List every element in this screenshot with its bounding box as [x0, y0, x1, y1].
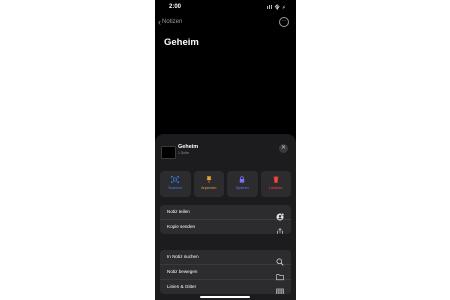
share-note-row[interactable]: Notiz teilen — [160, 205, 291, 221]
note-title[interactable]: Geheim — [164, 37, 199, 48]
trash-icon — [261, 176, 292, 185]
move-note-label: Notiz bewegen — [167, 269, 198, 274]
ellipsis-circle-icon[interactable]: ··· — [279, 17, 289, 27]
lines-grids-label: Linien & Gitter — [167, 284, 197, 289]
grid-icon — [276, 283, 284, 294]
sheet-header: Geheim 1 Seite ✕ — [161, 143, 290, 159]
share-group: Notiz teilen Kopie senden — [160, 205, 291, 234]
find-in-note-row[interactable]: In Notiz suchen — [160, 250, 291, 266]
lock-icon — [227, 176, 258, 185]
quick-actions: Scannen Anpinnen Sperren Löschen — [160, 171, 291, 197]
scan-button[interactable]: Scannen — [160, 171, 191, 197]
sheet-subtitle: 1 Seite — [178, 151, 189, 155]
scan-label: Scannen — [168, 186, 183, 190]
back-label: Notizen — [162, 19, 183, 25]
nav-bar: ‹ Notizen ··· — [155, 16, 296, 30]
move-note-row[interactable]: Notiz bewegen — [160, 265, 291, 281]
status-indicators: ıll 令 ⚡ — [267, 5, 286, 11]
pin-icon — [194, 176, 225, 185]
send-copy-label: Kopie senden — [167, 224, 196, 229]
note-thumbnail — [161, 146, 176, 159]
delete-button[interactable]: Löschen — [260, 171, 292, 197]
close-icon[interactable]: ✕ — [279, 144, 288, 153]
home-indicator — [200, 296, 250, 298]
status-time: 2:00 — [169, 4, 182, 10]
share-icon — [276, 223, 284, 234]
delete-label: Löschen — [268, 186, 283, 190]
scan-icon — [160, 176, 191, 185]
lock-label: Sperren — [235, 186, 249, 190]
chevron-left-icon: ‹ — [158, 17, 161, 27]
find-in-note-label: In Notiz suchen — [167, 254, 199, 259]
share-note-label: Notiz teilen — [167, 209, 190, 214]
back-button[interactable]: ‹ Notizen — [158, 17, 183, 27]
pin-button[interactable]: Anpinnen — [193, 171, 225, 197]
pin-label: Anpinnen — [201, 186, 217, 190]
phone-screen: 2:00 ıll 令 ⚡ ‹ Notizen ··· Geheim Geheim… — [155, 0, 296, 300]
search-icon — [276, 253, 284, 266]
status-bar: 2:00 ıll 令 ⚡ — [155, 0, 296, 14]
lines-grids-row[interactable]: Linien & Gitter — [160, 280, 291, 294]
share-person-icon — [276, 208, 284, 221]
options-sheet: Geheim 1 Seite ✕ Scannen Anpinnen Sperre… — [155, 134, 296, 300]
send-copy-row[interactable]: Kopie senden — [160, 220, 291, 234]
folder-icon — [276, 268, 284, 281]
lock-button[interactable]: Sperren — [227, 171, 258, 197]
note-tools-group: In Notiz suchen Notiz bewegen Linien & G… — [160, 250, 291, 294]
sheet-title: Geheim — [178, 144, 199, 150]
